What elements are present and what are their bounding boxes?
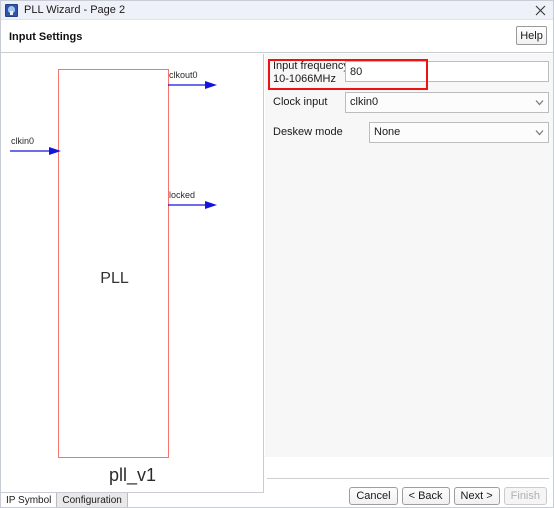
clock-input-select[interactable]: clkin0 bbox=[345, 92, 549, 113]
port-wire-clkout0 bbox=[168, 81, 217, 89]
clock-input-label: Clock input bbox=[273, 96, 328, 108]
title-bar: PLL Wizard - Page 2 bbox=[1, 1, 553, 20]
input-frequency-label-line2: 10-1066MHz bbox=[273, 73, 336, 85]
page-header: Input Settings Help bbox=[1, 20, 553, 53]
settings-form: Input frequency 10-1066MHz Clock input c… bbox=[265, 54, 553, 457]
help-button[interactable]: Help bbox=[516, 26, 547, 45]
finish-button: Finish bbox=[503, 487, 547, 505]
input-frequency-label: Input frequency 10-1066MHz bbox=[273, 61, 349, 85]
port-wire-locked bbox=[168, 201, 217, 209]
clock-input-value: clkin0 bbox=[350, 96, 379, 108]
chevron-down-icon bbox=[535, 129, 544, 137]
ip-symbol-canvas: PLL clkout0 clkin0 locked pll_v1 bbox=[1, 54, 264, 493]
close-icon[interactable] bbox=[529, 1, 551, 20]
cancel-button[interactable]: Cancel bbox=[349, 487, 398, 505]
tab-ip-symbol[interactable]: IP Symbol bbox=[1, 493, 58, 507]
tab-configuration[interactable]: Configuration bbox=[57, 493, 128, 507]
row-input-frequency: Input frequency 10-1066MHz bbox=[265, 59, 553, 85]
footer-buttons: Cancel < Back Next > Finish bbox=[349, 487, 547, 505]
input-frequency-field[interactable] bbox=[345, 61, 549, 82]
pll-block-label: PLL bbox=[100, 270, 129, 287]
deskew-mode-value: None bbox=[374, 126, 401, 138]
port-wire-clkin0 bbox=[10, 147, 61, 155]
chevron-down-icon bbox=[535, 99, 544, 107]
next-button[interactable]: Next > bbox=[453, 487, 500, 505]
deskew-mode-label: Deskew mode bbox=[273, 126, 343, 138]
row-clock-input: Clock input clkin0 bbox=[265, 90, 553, 114]
window-title: PLL Wizard - Page 2 bbox=[24, 4, 126, 16]
row-deskew-mode: Deskew mode None bbox=[265, 120, 553, 144]
page-title: Input Settings bbox=[9, 31, 83, 43]
pll-block-shape: PLL bbox=[58, 69, 169, 458]
pll-wizard-window: PLL Wizard - Page 2 Input Settings Help … bbox=[0, 0, 554, 508]
module-name-label: pll_v1 bbox=[108, 465, 157, 485]
canvas-tabstrip: IP Symbol Configuration bbox=[1, 493, 264, 507]
pll-wizard-icon bbox=[5, 3, 18, 17]
footer-separator bbox=[267, 478, 549, 479]
input-frequency-label-line1: Input frequency bbox=[273, 60, 349, 72]
deskew-mode-select[interactable]: None bbox=[369, 122, 549, 143]
back-button[interactable]: < Back bbox=[401, 487, 450, 505]
